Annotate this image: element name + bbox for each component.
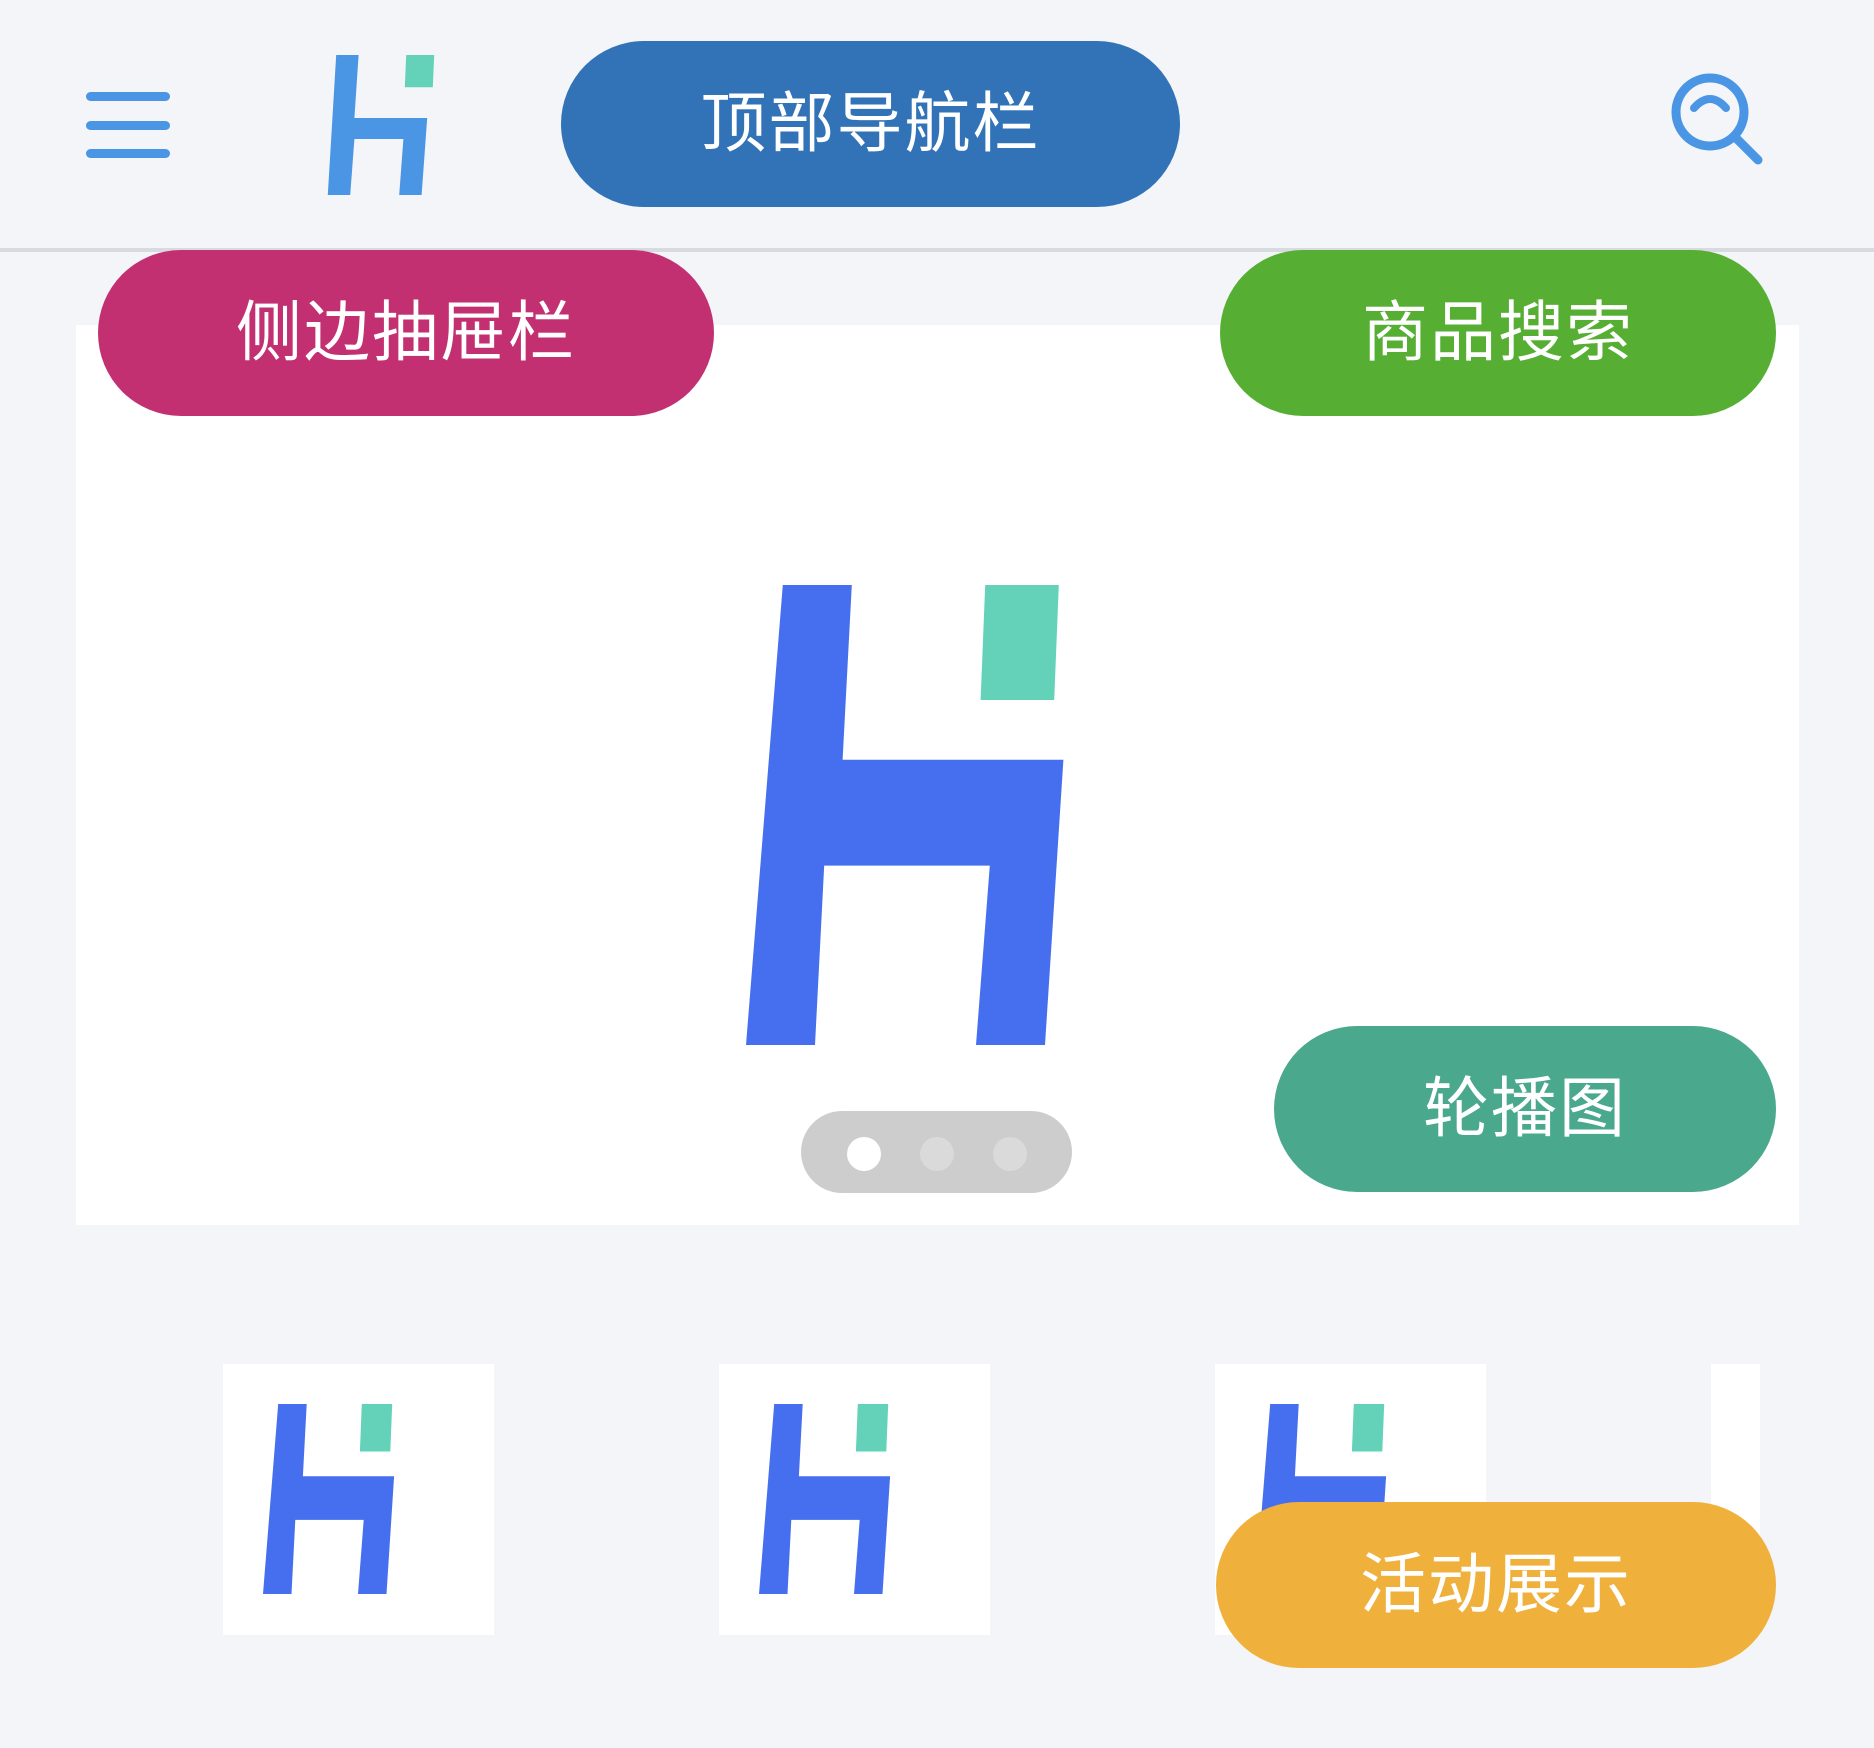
carousel-dot[interactable] bbox=[993, 1137, 1027, 1171]
activity-tile[interactable] bbox=[223, 1364, 494, 1635]
activity-h-logo bbox=[759, 1404, 891, 1594]
search-icon[interactable] bbox=[1668, 70, 1768, 170]
label-product-search: 商品搜索 bbox=[1220, 250, 1776, 416]
carousel-dot-active[interactable] bbox=[847, 1137, 881, 1171]
label-carousel: 轮播图 bbox=[1274, 1026, 1776, 1192]
label-activity-display: 活动展示 bbox=[1216, 1502, 1776, 1668]
banner-h-logo bbox=[746, 585, 1064, 1045]
menu-line bbox=[86, 121, 170, 130]
label-side-drawer: 侧边抽屉栏 bbox=[98, 250, 714, 416]
activity-tile[interactable] bbox=[719, 1364, 990, 1635]
menu-line bbox=[86, 92, 170, 101]
carousel-pager bbox=[801, 1111, 1072, 1193]
hamburger-menu-icon[interactable] bbox=[86, 92, 170, 158]
label-top-navigation: 顶部导航栏 bbox=[561, 41, 1180, 207]
activity-h-logo bbox=[263, 1404, 395, 1594]
h-logo-icon[interactable] bbox=[325, 55, 465, 195]
menu-line bbox=[86, 149, 170, 158]
carousel-dot[interactable] bbox=[920, 1137, 954, 1171]
